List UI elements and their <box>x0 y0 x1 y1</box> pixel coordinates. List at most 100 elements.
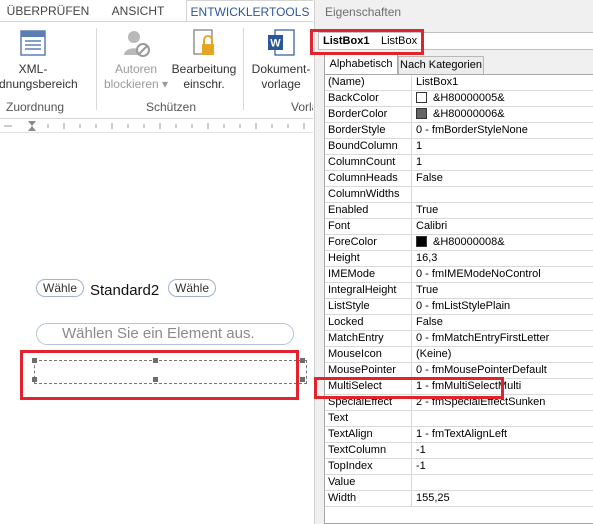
property-row[interactable]: IntegralHeight True <box>325 283 593 299</box>
content-control-tag-start[interactable]: Wähle <box>36 279 85 297</box>
property-row[interactable]: IMEMode 0 - fmIMEModeNoControl <box>325 267 593 283</box>
property-row[interactable]: ColumnHeads False <box>325 171 593 187</box>
property-value-text: False <box>416 316 443 328</box>
resize-handle[interactable] <box>300 358 305 363</box>
property-row[interactable]: MatchEntry 0 - fmMatchEntryFirstLetter <box>325 331 593 347</box>
ribbon-tabs: ÜBERPRÜFEN ANSICHT ENTWICKLERTOOLS <box>0 0 313 22</box>
color-swatch-icon <box>416 92 427 103</box>
highlight-multiselect-row <box>314 377 504 399</box>
property-row[interactable]: Value <box>325 475 593 491</box>
property-name: IMEMode <box>325 267 412 282</box>
tab-nach-kategorien[interactable]: Nach Kategorien <box>398 56 484 74</box>
tab-ansicht[interactable]: ANSICHT <box>98 0 178 22</box>
property-name: BoundColumn <box>325 139 412 154</box>
property-row[interactable]: Width 155,25 <box>325 491 593 507</box>
property-row[interactable]: Font Calibri <box>325 219 593 235</box>
dropdown-placeholder-text[interactable]: Wählen Sie ein Element aus. <box>62 325 255 342</box>
property-row[interactable]: TextAlign 1 - fmTextAlignLeft <box>325 427 593 443</box>
property-row[interactable]: TextColumn -1 <box>325 443 593 459</box>
property-value[interactable]: -1 <box>413 459 593 474</box>
xml-button-label-1: XML- <box>18 62 48 76</box>
property-value[interactable]: 0 - fmIMEModeNoControl <box>413 267 593 282</box>
content-control-value[interactable]: Standard2 <box>90 282 159 299</box>
xml-mapping-pane-button[interactable]: XML- ordnungsbereich <box>0 28 88 92</box>
property-value-text: (Keine) <box>416 348 452 360</box>
property-value[interactable]: 155,25 <box>413 491 593 506</box>
color-swatch-icon <box>416 108 427 119</box>
property-value[interactable]: 0 - fmBorderStyleNone <box>413 123 593 138</box>
document-area[interactable]: Wähle Standard2 Wähle Wählen Sie ein Ele… <box>0 134 313 524</box>
restrict-editing-button[interactable]: Bearbeitung einschr. <box>168 28 240 92</box>
property-row[interactable]: BoundColumn 1 <box>325 139 593 155</box>
property-value[interactable]: &H80000006& <box>413 107 593 122</box>
property-name: Text <box>325 411 412 426</box>
property-value[interactable]: 16,3 <box>413 251 593 266</box>
user-block-icon <box>124 31 150 57</box>
property-row[interactable]: ColumnWidths <box>325 187 593 203</box>
block-authors-button[interactable]: Autoren blockieren ▾ <box>100 28 172 92</box>
ruler[interactable] <box>0 119 313 133</box>
property-row[interactable]: BorderColor &H80000006& <box>325 107 593 123</box>
group-label-zuordnung: Zuordnung <box>6 100 65 114</box>
property-value[interactable]: 1 - fmTextAlignLeft <box>413 427 593 442</box>
property-value[interactable] <box>413 187 593 202</box>
property-row[interactable]: MouseIcon (Keine) <box>325 347 593 363</box>
content-control-tag-end[interactable]: Wähle <box>168 279 217 297</box>
property-name: ColumnCount <box>325 155 412 170</box>
property-row[interactable]: ListStyle 0 - fmListStylePlain <box>325 299 593 315</box>
property-value-text: Calibri <box>416 220 448 232</box>
property-value[interactable]: &H80000005& <box>413 91 593 106</box>
tab-alphabetisch[interactable]: Alphabetisch <box>324 54 398 74</box>
property-name: ForeColor <box>325 235 412 250</box>
property-name: Width <box>325 491 412 506</box>
highlight-object-selector <box>310 29 424 55</box>
document-template-button[interactable]: W Dokument- vorlage <box>236 28 313 92</box>
property-value-text: 0 - fmMatchEntryFirstLetter <box>416 332 550 344</box>
property-value-text: 0 - fmMousePointerDefault <box>416 364 547 376</box>
property-row[interactable]: BackColor &H80000005& <box>325 91 593 107</box>
property-value-text: &H80000008& <box>433 236 505 248</box>
property-name: MousePointer <box>325 363 412 378</box>
property-value-text: 1 - fmTextAlignLeft <box>416 428 508 440</box>
property-name: TopIndex <box>325 459 412 474</box>
property-value-text: ListBox1 <box>416 76 459 88</box>
property-row[interactable]: Text <box>325 411 593 427</box>
property-row[interactable]: ColumnCount 1 <box>325 155 593 171</box>
property-value[interactable]: 1 <box>413 155 593 170</box>
property-row[interactable]: (Name) ListBox1 <box>325 75 593 91</box>
property-value[interactable]: ListBox1 <box>413 75 593 90</box>
property-row[interactable]: Enabled True <box>325 203 593 219</box>
tab-ueberpruefen[interactable]: ÜBERPRÜFEN <box>0 0 96 22</box>
bearbeitung-label-1: Bearbeitung <box>171 62 237 76</box>
property-name: BorderStyle <box>325 123 412 138</box>
property-value[interactable]: 0 - fmMousePointerDefault <box>413 363 593 378</box>
property-row[interactable]: TopIndex -1 <box>325 459 593 475</box>
property-row[interactable]: BorderStyle 0 - fmBorderStyleNone <box>325 123 593 139</box>
property-value[interactable]: True <box>413 283 593 298</box>
property-row[interactable]: Locked False <box>325 315 593 331</box>
property-value[interactable] <box>413 411 593 426</box>
property-value[interactable]: 0 - fmMatchEntryFirstLetter <box>413 331 593 346</box>
property-value[interactable]: (Keine) <box>413 347 593 362</box>
property-row[interactable]: ForeColor &H80000008& <box>325 235 593 251</box>
property-name: MouseIcon <box>325 347 412 362</box>
property-name: BackColor <box>325 91 412 106</box>
property-value[interactable]: False <box>413 171 593 186</box>
property-value[interactable]: &H80000008& <box>413 235 593 250</box>
property-value[interactable]: 0 - fmListStylePlain <box>413 299 593 314</box>
property-name: BorderColor <box>325 107 412 122</box>
tab-entwicklertools[interactable]: ENTWICKLERTOOLS <box>186 0 313 22</box>
resize-handle[interactable] <box>300 377 305 382</box>
property-value[interactable] <box>413 475 593 490</box>
property-value-text: -1 <box>416 444 426 456</box>
property-value[interactable]: 1 <box>413 139 593 154</box>
xml-mapping-icon <box>20 30 46 56</box>
property-value-text: 16,3 <box>416 252 438 264</box>
property-row[interactable]: Height 16,3 <box>325 251 593 267</box>
property-value[interactable]: True <box>413 203 593 218</box>
dokument-label-1: Dokument- <box>251 62 311 76</box>
property-value[interactable]: False <box>413 315 593 330</box>
property-value[interactable]: Calibri <box>413 219 593 234</box>
word-window: ÜBERPRÜFEN ANSICHT ENTWICKLERTOOLS XML- … <box>0 0 313 524</box>
property-value[interactable]: -1 <box>413 443 593 458</box>
